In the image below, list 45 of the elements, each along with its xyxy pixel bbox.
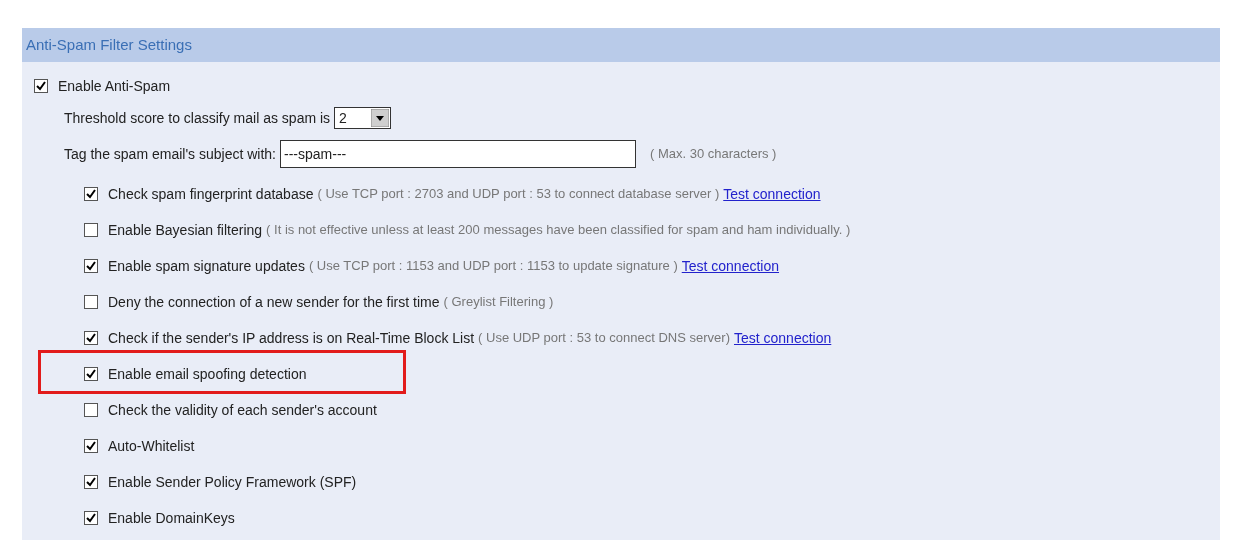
checkbox[interactable]: [84, 475, 98, 489]
checkbox[interactable]: [84, 331, 98, 345]
checkbox[interactable]: [84, 223, 98, 237]
option-label: Check the validity of each sender's account: [108, 400, 377, 420]
checkmark-icon: [86, 477, 96, 487]
option-label: Enable email spoofing detection: [108, 364, 307, 384]
option-note: ( It is not effective unless at least 200 messages have been classified for spam and ham individually. ): [266, 221, 851, 240]
option-label: Enable DomainKeys: [108, 508, 235, 528]
threshold-label: Threshold score to classify mail as spam is: [64, 108, 331, 128]
threshold-select[interactable]: 2: [334, 107, 392, 129]
checkbox[interactable]: [34, 79, 48, 93]
option-label: Enable spam signature updates: [108, 256, 305, 276]
checkbox[interactable]: [84, 367, 98, 381]
checkbox[interactable]: [84, 259, 98, 273]
option-label: Enable Anti-Spam: [58, 76, 171, 96]
option-note: ( Use UDP port : 53 to connect DNS server): [478, 329, 730, 348]
checkbox[interactable]: [84, 511, 98, 525]
option-label: Auto-Whitelist: [108, 436, 195, 456]
checkmark-icon: [86, 189, 96, 199]
checkmark-icon: [86, 369, 96, 379]
test-connection-link[interactable]: Test connection: [681, 255, 779, 277]
option-note: ( Use TCP port : 2703 and UDP port : 53 to connect database server ): [317, 185, 720, 204]
checkbox[interactable]: [84, 187, 98, 201]
tag-label: Tag the spam email's subject with:: [64, 144, 276, 164]
max-characters-note: ( Max. 30 characters ): [650, 145, 777, 164]
test-connection-link[interactable]: Test connection: [723, 183, 821, 205]
checkbox[interactable]: [84, 403, 98, 417]
checkmark-icon: [86, 513, 96, 523]
checkmark-icon: [86, 333, 96, 343]
checkmark-icon: [86, 261, 96, 271]
option-label: Enable Bayesian filtering: [108, 220, 263, 240]
option-note: ( Use TCP port : 1153 and UDP port : 1153 to update signature ): [308, 257, 678, 276]
tag-input[interactable]: ---spam---: [280, 140, 636, 168]
option-label: Deny the connection of a new sender for the first time: [108, 292, 440, 312]
checkbox[interactable]: [84, 295, 98, 309]
checkbox[interactable]: [84, 439, 98, 453]
checkmark-icon: [86, 441, 96, 451]
option-label: Check if the sender's IP address is on Real-Time Block List: [108, 328, 475, 348]
checkmark-icon: [36, 81, 46, 91]
option-note: ( Greylist Filtering ): [443, 293, 554, 312]
test-connection-link[interactable]: Test connection: [734, 327, 832, 349]
dropdown-arrow-icon: [371, 109, 390, 127]
section-header: Anti-Spam Filter Settings: [22, 28, 1220, 62]
option-label: Check spam fingerprint database: [108, 184, 314, 204]
option-label: Enable Sender Policy Framework (SPF): [108, 472, 357, 492]
